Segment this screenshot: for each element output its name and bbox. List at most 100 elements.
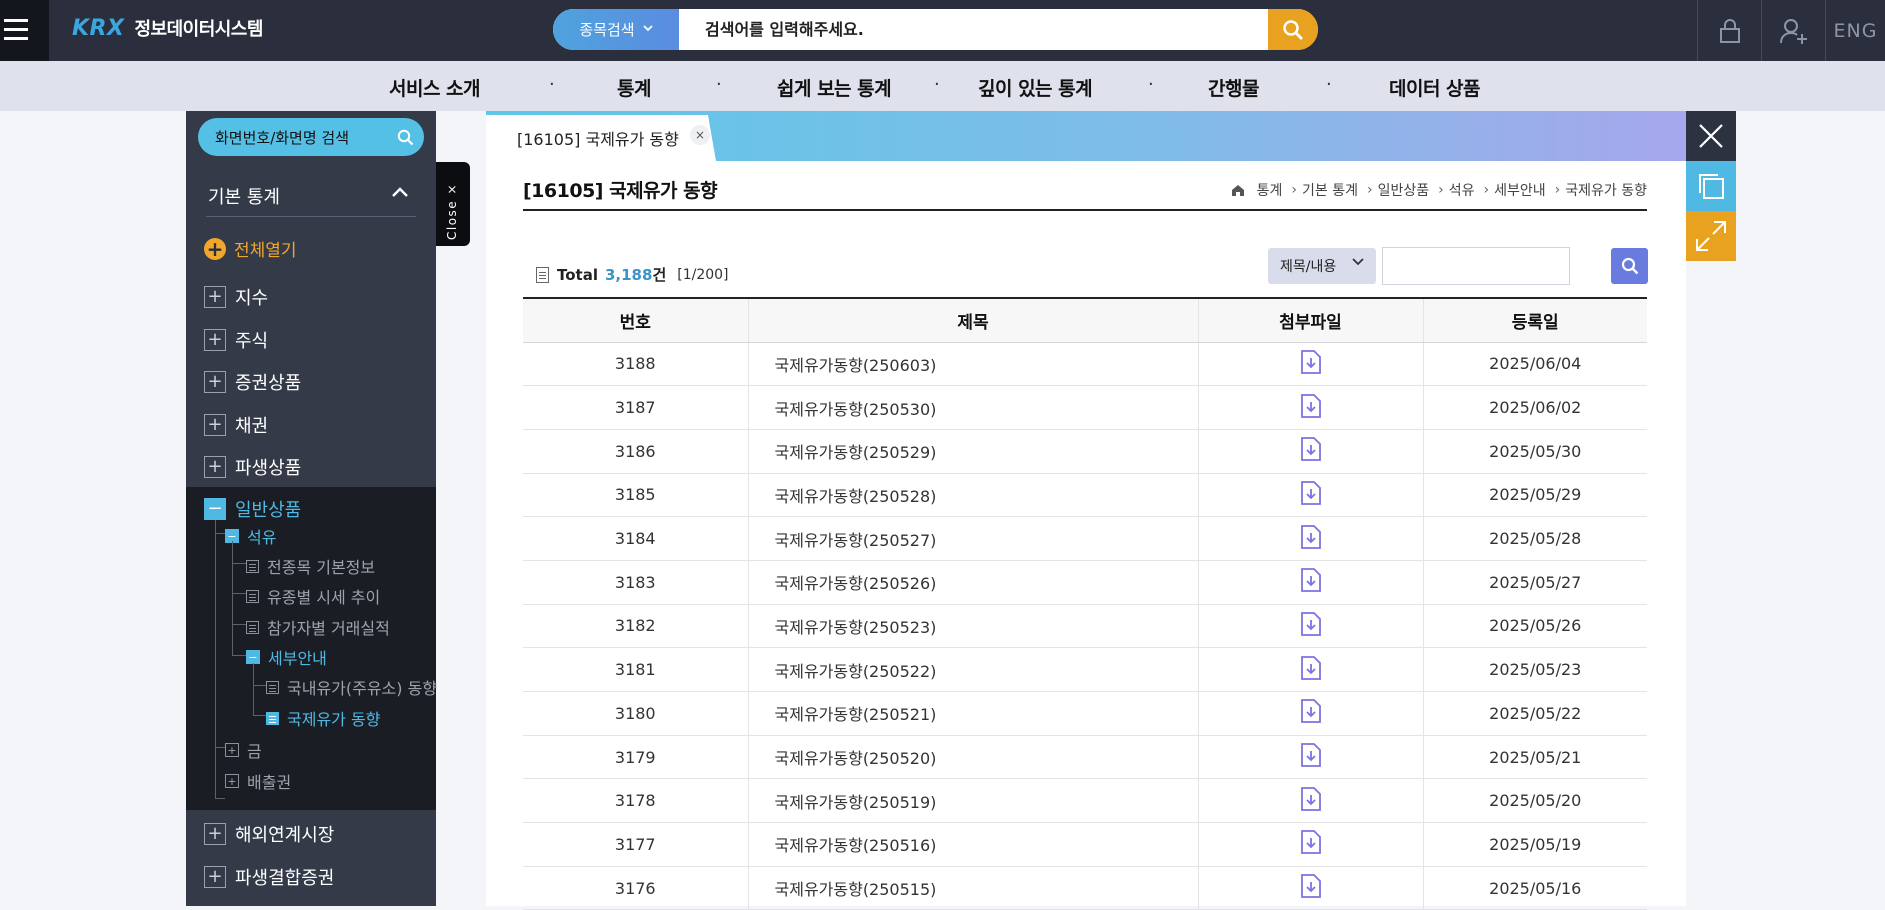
- nav-separator: ·: [549, 74, 555, 95]
- tab-intl-oil[interactable]: [16105] 국제유가 동향: [486, 115, 716, 161]
- sidebar-item-overseas[interactable]: + 해외연계시장: [204, 821, 334, 847]
- table-row[interactable]: 3180 국제유가동향(250521) 2025/05/22: [523, 691, 1647, 736]
- row-title-link[interactable]: 국제유가동향(250529): [747, 429, 1198, 474]
- breadcrumb-item[interactable]: 세부안내: [1494, 180, 1546, 200]
- tree-item-emission[interactable]: + 배출권: [225, 769, 291, 793]
- row-title-link[interactable]: 국제유가동향(250516): [747, 822, 1198, 867]
- row-number: 3187: [523, 385, 748, 430]
- row-title-link[interactable]: 국제유가동향(250520): [747, 735, 1198, 780]
- row-title-link[interactable]: 국제유가동향(250521): [747, 691, 1198, 736]
- download-file-icon[interactable]: [1300, 481, 1322, 509]
- row-title-link[interactable]: 국제유가동향(250519): [747, 778, 1198, 824]
- row-title-link[interactable]: 국제유가동향(250527): [747, 516, 1198, 561]
- document-icon: [246, 620, 259, 634]
- filter-type-label: 제목/내용: [1280, 259, 1337, 275]
- download-file-icon[interactable]: [1300, 699, 1322, 727]
- total-unit: 건: [652, 266, 667, 284]
- table-row[interactable]: 3176 국제유가동향(250515) 2025/05/16: [523, 866, 1647, 910]
- tree-item-detail-guide[interactable]: − 세부안내: [246, 645, 327, 669]
- sidebar-item-label: 해외연계시장: [235, 825, 335, 846]
- download-file-icon[interactable]: [1300, 830, 1322, 858]
- download-file-icon[interactable]: [1300, 743, 1322, 771]
- sidebar-section-header[interactable]: 기본 통계: [206, 175, 416, 217]
- filter-search-button[interactable]: [1611, 248, 1648, 284]
- global-search-input[interactable]: [679, 9, 1268, 50]
- table-row[interactable]: 3187 국제유가동향(250530) 2025/06/02: [523, 385, 1647, 430]
- tab-close-icon[interactable]: ×: [690, 125, 710, 145]
- home-icon[interactable]: [1231, 184, 1245, 197]
- sidebar-item-commodities[interactable]: − 일반상품: [204, 496, 301, 522]
- lock-icon[interactable]: [1697, 0, 1761, 61]
- row-title-link[interactable]: 국제유가동향(250515): [747, 866, 1198, 910]
- download-file-icon[interactable]: [1300, 437, 1322, 465]
- download-file-icon[interactable]: [1300, 612, 1322, 640]
- close-icon[interactable]: [1686, 111, 1736, 161]
- user-add-icon[interactable]: [1761, 0, 1825, 61]
- filter-search-input[interactable]: [1382, 247, 1570, 285]
- logo[interactable]: KRX 정보데이터시스템: [72, 13, 263, 43]
- download-file-icon[interactable]: [1300, 349, 1322, 378]
- table-row[interactable]: 3182 국제유가동향(250523) 2025/05/26: [523, 604, 1647, 649]
- tree-item-price-trend[interactable]: 유종별 시세 추이: [246, 584, 380, 608]
- row-title-link[interactable]: 국제유가동향(250526): [747, 560, 1198, 605]
- search-type-dropdown[interactable]: 종목검색: [553, 9, 679, 50]
- total-number: 3,188: [604, 265, 653, 284]
- table-row[interactable]: 3181 국제유가동향(250522) 2025/05/23: [523, 647, 1647, 692]
- table-row[interactable]: 3183 국제유가동향(250526) 2025/05/27: [523, 560, 1647, 605]
- row-title-link[interactable]: 국제유가동향(250603): [747, 342, 1198, 387]
- table-row[interactable]: 3186 국제유가동향(250529) 2025/05/30: [523, 429, 1647, 474]
- search-icon[interactable]: [1268, 9, 1318, 50]
- breadcrumb-item[interactable]: 석유: [1449, 180, 1475, 200]
- table-row[interactable]: 3177 국제유가동향(250516) 2025/05/19: [523, 822, 1647, 867]
- tree-item-participant-trades[interactable]: 참가자별 거래실적: [246, 615, 390, 639]
- column-header-title: 제목: [747, 297, 1198, 343]
- expand-icon: +: [204, 823, 226, 845]
- sidebar-item-bond[interactable]: + 채권: [204, 412, 268, 438]
- screen-search-button[interactable]: 화면번호/화면명 검색: [198, 118, 424, 156]
- filter-type-dropdown[interactable]: 제목/내용: [1268, 248, 1376, 284]
- table-row[interactable]: 3184 국제유가동향(250527) 2025/05/28: [523, 516, 1647, 561]
- global-search: 종목검색: [553, 9, 1318, 50]
- main-nav: 서비스 소개 · 통계 · 쉽게 보는 통계 · 깊이 있는 통계 · 간행물 …: [0, 61, 1885, 111]
- table-row[interactable]: 3188 국제유가동향(250603) 2025/06/04: [523, 342, 1647, 387]
- language-toggle[interactable]: ENG: [1825, 0, 1885, 61]
- nav-item-stats[interactable]: 통계: [617, 74, 651, 101]
- nav-item-service[interactable]: 서비스 소개: [389, 74, 481, 101]
- row-title-link[interactable]: 국제유가동향(250530): [747, 385, 1198, 430]
- row-title-link[interactable]: 국제유가동향(250528): [747, 473, 1198, 518]
- table-row[interactable]: 3179 국제유가동향(250520) 2025/05/21: [523, 735, 1647, 780]
- table-row[interactable]: 3178 국제유가동향(250519) 2025/05/20: [523, 778, 1647, 824]
- sidebar-item-index[interactable]: + 지수: [204, 284, 268, 310]
- row-number: 3181: [523, 647, 748, 692]
- open-all-button[interactable]: + 전체열기: [204, 236, 297, 261]
- nav-item-publications[interactable]: 간행물: [1208, 74, 1259, 101]
- download-file-icon[interactable]: [1300, 568, 1322, 596]
- tree-item-intl-oil[interactable]: 국제유가 동향: [266, 706, 380, 730]
- nav-item-deep-stats[interactable]: 깊이 있는 통계: [978, 74, 1093, 101]
- download-file-icon[interactable]: [1300, 524, 1322, 553]
- breadcrumb-item[interactable]: 통계: [1257, 180, 1283, 200]
- row-title-link[interactable]: 국제유가동향(250523): [747, 604, 1198, 649]
- chevron-right-icon: ›: [1483, 182, 1490, 198]
- sidebar-close-tab[interactable]: Close ×: [436, 162, 470, 246]
- menu-icon[interactable]: [0, 0, 49, 61]
- nav-item-easy-stats[interactable]: 쉽게 보는 통계: [777, 74, 892, 101]
- sidebar-item-derivatives[interactable]: + 파생상품: [204, 454, 301, 480]
- breadcrumb-item[interactable]: 일반상품: [1378, 180, 1430, 200]
- download-file-icon[interactable]: [1300, 786, 1322, 815]
- table-row[interactable]: 3185 국제유가동향(250528) 2025/05/29: [523, 473, 1647, 518]
- sidebar-item-securities[interactable]: + 증권상품: [204, 369, 301, 395]
- sidebar-item-dls[interactable]: + 파생결합증권: [204, 864, 334, 890]
- tree-item-gold[interactable]: + 금: [225, 738, 262, 762]
- copy-window-icon[interactable]: [1686, 161, 1736, 211]
- tree-item-domestic-oil[interactable]: 국내유가(주유소) 동향: [266, 675, 437, 699]
- tree-item-all-basic-info[interactable]: 전종목 기본정보: [246, 554, 375, 578]
- sidebar-item-stock[interactable]: + 주식: [204, 327, 268, 353]
- download-file-icon[interactable]: [1300, 655, 1322, 684]
- expand-window-icon[interactable]: [1686, 211, 1736, 261]
- breadcrumb-item[interactable]: 기본 통계: [1302, 180, 1358, 200]
- row-title-link[interactable]: 국제유가동향(250522): [747, 647, 1198, 692]
- nav-item-data-products[interactable]: 데이터 상품: [1389, 74, 1481, 101]
- download-file-icon[interactable]: [1300, 393, 1322, 422]
- download-file-icon[interactable]: [1300, 874, 1322, 902]
